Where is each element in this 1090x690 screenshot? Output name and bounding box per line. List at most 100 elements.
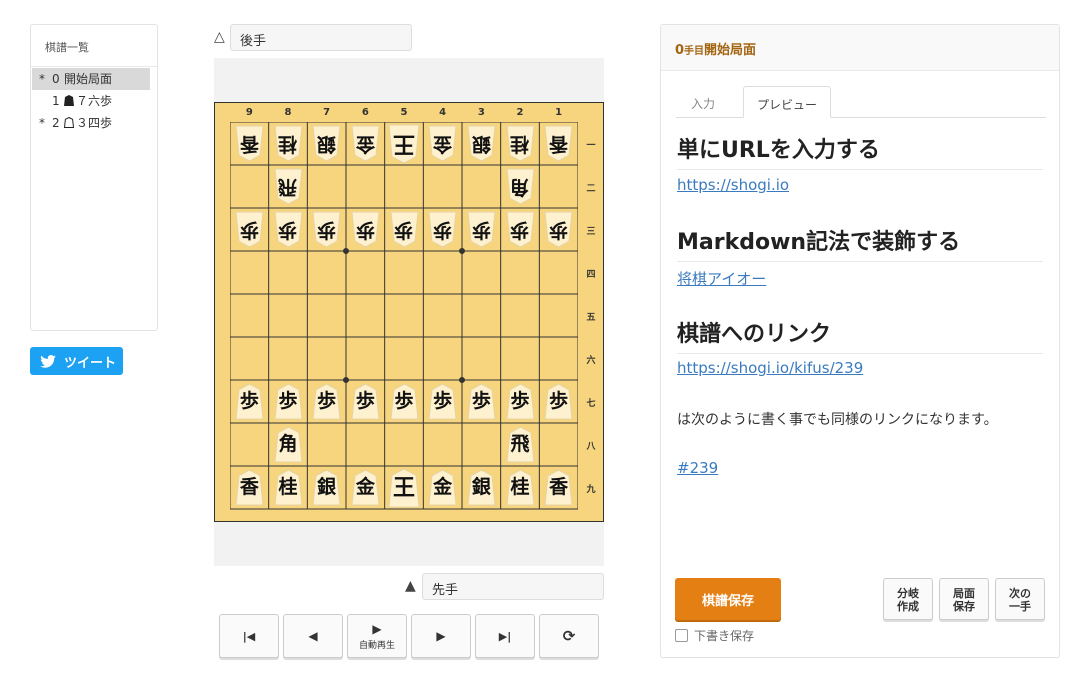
- prev-move-button[interactable]: ◀: [283, 614, 343, 658]
- sente-piece[interactable]: 歩: [389, 383, 420, 420]
- board-square[interactable]: [539, 337, 578, 380]
- board-square[interactable]: [269, 337, 308, 380]
- gote-piece[interactable]: 飛: [273, 168, 304, 205]
- board-square[interactable]: [539, 165, 578, 208]
- board-square[interactable]: [346, 337, 385, 380]
- sente-piece[interactable]: 歩: [427, 383, 458, 420]
- gote-piece[interactable]: 香: [234, 125, 265, 162]
- board-square[interactable]: [230, 423, 269, 466]
- board-square[interactable]: [539, 294, 578, 337]
- board-square[interactable]: [462, 337, 501, 380]
- sente-piece[interactable]: 歩: [350, 383, 381, 420]
- sente-piece[interactable]: 歩: [505, 383, 536, 420]
- board-square[interactable]: [307, 294, 346, 337]
- board-square[interactable]: [346, 251, 385, 294]
- sente-piece[interactable]: 香: [234, 469, 265, 506]
- gote-piece[interactable]: 王: [387, 124, 421, 164]
- sente-name-field[interactable]: 先手: [422, 573, 604, 600]
- gote-piece[interactable]: 歩: [505, 211, 536, 248]
- sente-piece[interactable]: 桂: [505, 469, 536, 506]
- board-square[interactable]: [501, 251, 540, 294]
- board-square[interactable]: [423, 294, 462, 337]
- board-square[interactable]: [230, 165, 269, 208]
- gote-piece[interactable]: 角: [505, 168, 536, 205]
- board-square[interactable]: [307, 165, 346, 208]
- gote-piece[interactable]: 歩: [389, 211, 420, 248]
- tweet-button[interactable]: ツイート: [30, 347, 123, 375]
- board-square[interactable]: [423, 251, 462, 294]
- board-square[interactable]: [230, 337, 269, 380]
- save-kifu-button[interactable]: 棋譜保存: [675, 578, 781, 620]
- board-square[interactable]: [385, 337, 424, 380]
- gote-piece[interactable]: 歩: [273, 211, 304, 248]
- board-square[interactable]: [307, 337, 346, 380]
- sente-piece[interactable]: 歩: [234, 383, 265, 420]
- gote-piece[interactable]: 金: [427, 125, 458, 162]
- board-square[interactable]: [230, 251, 269, 294]
- board-square[interactable]: [423, 165, 462, 208]
- board-square[interactable]: [346, 165, 385, 208]
- board-square[interactable]: [269, 294, 308, 337]
- gote-piece[interactable]: 金: [350, 125, 381, 162]
- sente-piece[interactable]: 歩: [543, 383, 574, 420]
- sente-piece[interactable]: 桂: [273, 469, 304, 506]
- last-move-button[interactable]: ▶|: [475, 614, 535, 658]
- board-square[interactable]: [269, 251, 308, 294]
- preview-link[interactable]: 将棋アイオー: [677, 268, 766, 289]
- preview-link[interactable]: #239: [677, 459, 718, 477]
- sente-piece[interactable]: 金: [427, 469, 458, 506]
- sente-piece[interactable]: 香: [543, 469, 574, 506]
- board-square[interactable]: [539, 423, 578, 466]
- board-square[interactable]: [385, 423, 424, 466]
- first-move-button[interactable]: |◀: [219, 614, 279, 658]
- gote-piece[interactable]: 桂: [505, 125, 536, 162]
- kifu-list-item[interactable]: * 2 ３四歩: [32, 112, 150, 134]
- board-square[interactable]: [385, 251, 424, 294]
- gote-piece[interactable]: 銀: [466, 125, 497, 162]
- board-square[interactable]: [462, 423, 501, 466]
- autoplay-button[interactable]: ▶ 自動再生: [347, 614, 407, 658]
- board-square[interactable]: [230, 294, 269, 337]
- gote-piece[interactable]: 歩: [427, 211, 458, 248]
- gote-piece[interactable]: 香: [543, 125, 574, 162]
- sente-piece[interactable]: 飛: [505, 426, 536, 463]
- sente-piece[interactable]: 角: [273, 426, 304, 463]
- sente-piece[interactable]: 銀: [466, 469, 497, 506]
- board-square[interactable]: [539, 251, 578, 294]
- kifu-list-item[interactable]: 1 ７六歩: [32, 90, 150, 112]
- sente-piece[interactable]: 歩: [311, 383, 342, 420]
- sente-piece[interactable]: 王: [387, 467, 421, 508]
- next-move-button[interactable]: ▶: [411, 614, 471, 658]
- preview-link[interactable]: https://shogi.io: [677, 176, 789, 194]
- board-square[interactable]: [501, 337, 540, 380]
- flip-board-button[interactable]: ⟳: [539, 614, 599, 658]
- board-square[interactable]: [462, 294, 501, 337]
- sente-piece[interactable]: 銀: [311, 469, 342, 506]
- gote-piece[interactable]: 歩: [543, 211, 574, 248]
- next-move-suggest-button[interactable]: 次の 一手: [995, 578, 1045, 620]
- draft-save-checkbox[interactable]: 下書き保存: [675, 627, 754, 644]
- branch-create-button[interactable]: 分岐 作成: [883, 578, 933, 620]
- gote-piece[interactable]: 銀: [311, 125, 342, 162]
- checkbox-icon[interactable]: [675, 629, 688, 642]
- sente-piece[interactable]: 歩: [466, 383, 497, 420]
- sente-piece[interactable]: 金: [350, 469, 381, 506]
- gote-piece[interactable]: 桂: [273, 125, 304, 162]
- gote-piece[interactable]: 歩: [350, 211, 381, 248]
- position-save-button[interactable]: 局面 保存: [939, 578, 989, 620]
- sente-piece[interactable]: 歩: [273, 383, 304, 420]
- tab-preview[interactable]: プレビュー: [743, 86, 832, 118]
- gote-piece[interactable]: 歩: [466, 211, 497, 248]
- board-square[interactable]: [462, 251, 501, 294]
- board-square[interactable]: [346, 423, 385, 466]
- board-square[interactable]: [501, 294, 540, 337]
- board-square[interactable]: [423, 337, 462, 380]
- board-square[interactable]: [423, 423, 462, 466]
- gote-piece[interactable]: 歩: [234, 211, 265, 248]
- gote-name-field[interactable]: 後手: [230, 24, 412, 51]
- board-square[interactable]: [385, 294, 424, 337]
- board-square[interactable]: [462, 165, 501, 208]
- preview-link[interactable]: https://shogi.io/kifus/239: [677, 359, 863, 377]
- board-square[interactable]: [307, 423, 346, 466]
- board-square[interactable]: [385, 165, 424, 208]
